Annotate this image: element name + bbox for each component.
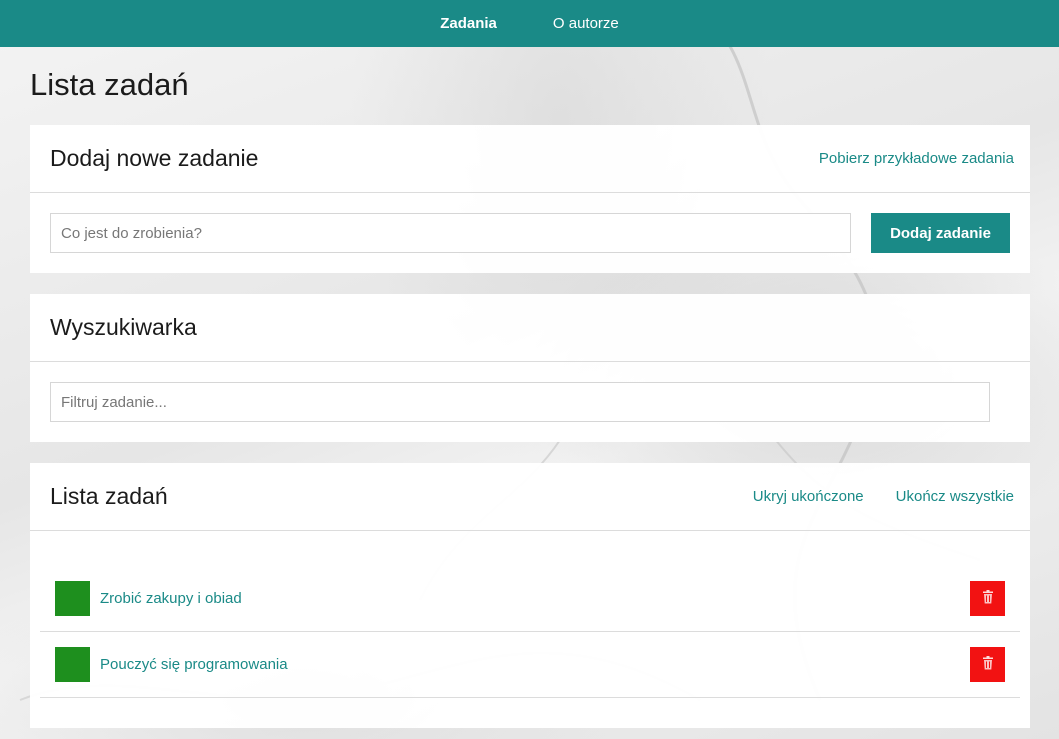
task-text[interactable]: Pouczyć się programowania bbox=[100, 656, 970, 673]
add-task-links: Pobierz przykładowe zadania bbox=[819, 150, 1014, 167]
task-complete-checkbox[interactable] bbox=[55, 647, 90, 682]
fetch-sample-tasks-link[interactable]: Pobierz przykładowe zadania bbox=[819, 150, 1014, 167]
top-navbar: Zadania O autorze bbox=[0, 0, 1059, 47]
task-list-links: Ukryj ukończone Ukończ wszystkie bbox=[753, 488, 1014, 505]
add-task-card-header: Dodaj nowe zadanie Pobierz przykładowe z… bbox=[30, 125, 1030, 193]
hide-completed-link[interactable]: Ukryj ukończone bbox=[753, 488, 864, 505]
task-row: Pouczyć się programowania bbox=[40, 632, 1020, 698]
task-list-card-header: Lista zadań Ukryj ukończone Ukończ wszys… bbox=[30, 463, 1030, 531]
task-list: Zrobić zakupy i obiad Pouczyć się progra… bbox=[30, 531, 1030, 728]
nav-item-o-autorze[interactable]: O autorze bbox=[553, 15, 619, 32]
nav-item-zadania[interactable]: Zadania bbox=[440, 15, 497, 32]
new-task-input[interactable] bbox=[50, 213, 851, 253]
search-card: Wyszukiwarka bbox=[30, 294, 1030, 442]
complete-all-link[interactable]: Ukończ wszystkie bbox=[896, 488, 1014, 505]
add-task-button[interactable]: Dodaj zadanie bbox=[871, 213, 1010, 253]
task-row: Zrobić zakupy i obiad bbox=[40, 566, 1020, 632]
search-card-header: Wyszukiwarka bbox=[30, 294, 1030, 362]
add-task-card-body: Dodaj zadanie bbox=[30, 193, 1030, 273]
trash-icon bbox=[982, 590, 994, 607]
search-card-body bbox=[30, 362, 1030, 442]
filter-task-input[interactable] bbox=[50, 382, 990, 422]
page-title: Lista zadań bbox=[30, 67, 189, 102]
add-task-card: Dodaj nowe zadanie Pobierz przykładowe z… bbox=[30, 125, 1030, 273]
trash-icon bbox=[982, 656, 994, 673]
task-complete-checkbox[interactable] bbox=[55, 581, 90, 616]
task-list-card-title: Lista zadań bbox=[50, 483, 168, 509]
search-card-title: Wyszukiwarka bbox=[50, 314, 197, 340]
task-list-card: Lista zadań Ukryj ukończone Ukończ wszys… bbox=[30, 463, 1030, 728]
delete-task-button[interactable] bbox=[970, 647, 1005, 682]
delete-task-button[interactable] bbox=[970, 581, 1005, 616]
add-task-card-title: Dodaj nowe zadanie bbox=[50, 145, 259, 171]
task-text[interactable]: Zrobić zakupy i obiad bbox=[100, 590, 970, 607]
